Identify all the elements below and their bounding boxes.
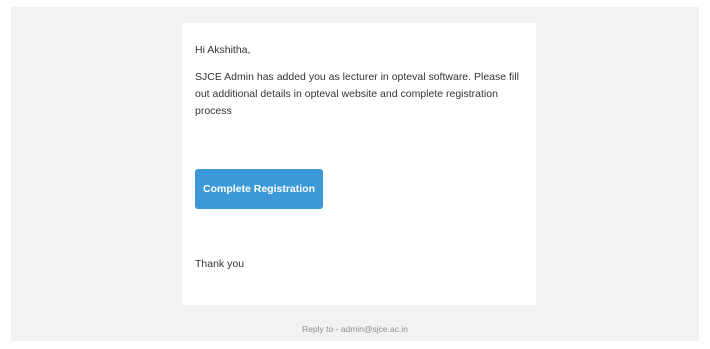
reply-to-footer: Reply to - admin@sjce.ac.in [302,324,408,334]
greeting-text: Hi Akshitha, [195,44,251,56]
complete-registration-button[interactable]: Complete Registration [195,169,323,209]
message-body: SJCE Admin has added you as lecturer in … [195,71,519,117]
email-background: Hi Akshitha, SJCE Admin has added you as… [11,7,699,341]
email-card: Hi Akshitha, SJCE Admin has added you as… [182,23,536,305]
closing-text: Thank you [195,258,245,270]
